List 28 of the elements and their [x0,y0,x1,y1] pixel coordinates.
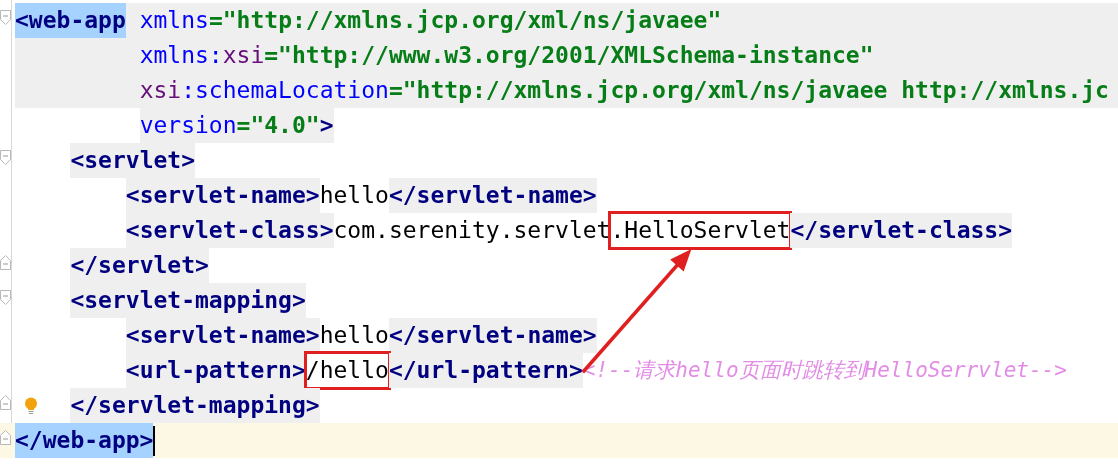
attribute-name: version [139,108,237,143]
xml-tag: <servlet-name> [125,178,320,213]
attribute-value: ="4.0" [236,108,320,143]
fold-icon[interactable] [0,255,11,270]
text-content: com.serenity.servlet [333,216,611,245]
text-content: hello [319,321,389,350]
fold-icon[interactable] [0,10,11,25]
xml-tag: <servlet> [70,143,195,178]
xml-tag: </servlet-class> [790,213,1013,248]
xml-tag: </servlet-mapping> [70,388,320,423]
xml-tag: </servlet-name> [388,178,597,213]
xml-tag: </web-app> [15,423,154,458]
xml-tag: </servlet> [70,248,209,283]
xml-tag: <web-app [15,3,126,38]
fold-icon[interactable] [0,150,11,165]
xml-tag: <url-pattern> [125,353,306,388]
fold-icon[interactable] [0,430,11,445]
highlight-box: /hello [305,353,389,388]
fold-icon[interactable] [0,395,11,410]
lightbulb-icon[interactable] [24,397,38,415]
xml-tag: <servlet-mapping> [70,283,306,318]
highlight-box: .HelloServlet [610,213,791,248]
xml-tag: </url-pattern> [388,353,583,388]
xml-tag: <servlet-name> [125,318,320,353]
xml-tag: <servlet-class> [125,213,334,248]
text-content: hello [319,181,389,210]
fold-icon[interactable] [0,290,11,305]
xml-tag: </servlet-name> [388,318,597,353]
